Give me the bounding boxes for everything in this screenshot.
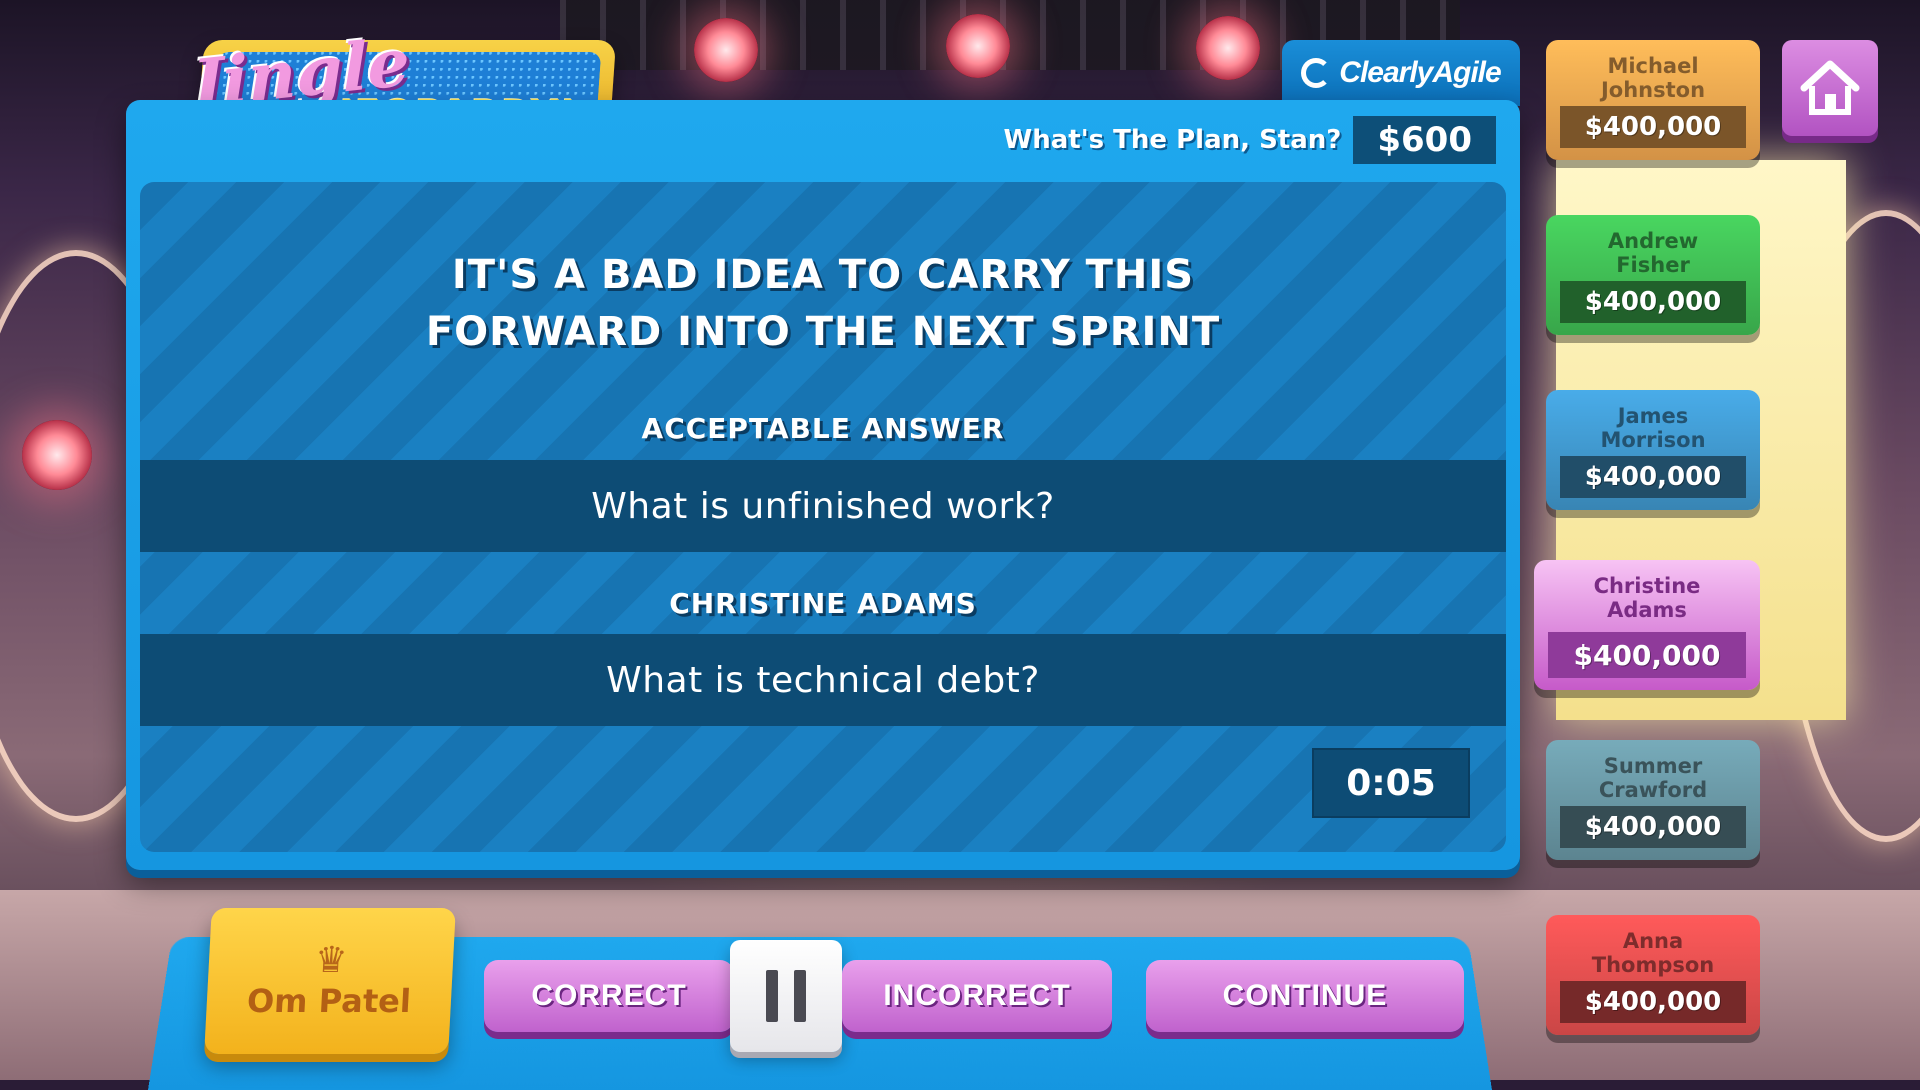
acceptable-answer-band: What is unfinished work? [140, 460, 1506, 552]
player-score: $400,000 [1560, 106, 1746, 148]
acceptable-answer-label: ACCEPTABLE ANSWER [641, 412, 1005, 445]
stage-light [946, 14, 1010, 78]
player-score: $400,000 [1560, 806, 1746, 848]
clue-value: $600 [1353, 116, 1496, 164]
category-header: What's The Plan, Stan? $600 [1004, 116, 1496, 164]
pause-button[interactable] [730, 940, 842, 1052]
clue-board: IT'S A BAD IDEA TO CARRY THIS FORWARD IN… [140, 182, 1506, 852]
home-icon [1800, 60, 1860, 115]
responder-name-label: CHRISTINE ADAMS [669, 587, 977, 620]
player-response-band: What is technical debt? [140, 634, 1506, 726]
sponsor-name: ClearlyAgile [1339, 56, 1501, 89]
player-response-text: What is technical debt? [606, 659, 1040, 701]
correct-button[interactable]: CORRECT [484, 960, 734, 1032]
incorrect-button[interactable]: INCORRECT [842, 960, 1112, 1032]
acceptable-answer-text: What is unfinished work? [591, 485, 1055, 527]
continue-button[interactable]: CONTINUE [1146, 960, 1464, 1032]
stage-light [1196, 16, 1260, 80]
player-podium: Anna Thompson $400,000 [1546, 915, 1760, 1035]
player-name: James Morrison [1600, 404, 1706, 452]
category-title: What's The Plan, Stan? [1003, 125, 1342, 155]
player-name: Andrew Fisher [1607, 229, 1699, 277]
player-name: Anna Thompson [1591, 929, 1715, 977]
player-podium: Summer Crawford $400,000 [1546, 740, 1760, 860]
player-name: Christine Adams [1593, 574, 1701, 622]
player-podium: Christine Adams $400,000 [1534, 560, 1760, 690]
player-score: $400,000 [1560, 981, 1746, 1023]
player-podium: Andrew Fisher $400,000 [1546, 215, 1760, 335]
current-player-card: ♛ Om Patel [204, 908, 456, 1054]
pause-icon [766, 970, 778, 1022]
player-podium: James Morrison $400,000 [1546, 390, 1760, 510]
player-score: $400,000 [1560, 281, 1746, 323]
player-score: $400,000 [1548, 632, 1746, 678]
answer-timer: 0:05 [1312, 748, 1470, 818]
player-podium: Michael Johnston $400,000 [1546, 40, 1760, 160]
sponsor-tab: ClearlyAgile [1282, 40, 1520, 106]
clue-card: What's The Plan, Stan? $600 IT'S A BAD I… [126, 100, 1520, 870]
sponsor-swirl-icon [1301, 58, 1332, 88]
player-name: Michael Johnston [1600, 54, 1706, 102]
crown-icon: ♛ [313, 940, 349, 981]
clue-text: IT'S A BAD IDEA TO CARRY THIS FORWARD IN… [425, 252, 1221, 355]
player-name: Summer Crawford [1598, 754, 1708, 802]
home-button[interactable] [1782, 40, 1878, 136]
player-score: $400,000 [1560, 456, 1746, 498]
stage-light [694, 18, 758, 82]
current-player-name: Om Patel [246, 982, 412, 1020]
